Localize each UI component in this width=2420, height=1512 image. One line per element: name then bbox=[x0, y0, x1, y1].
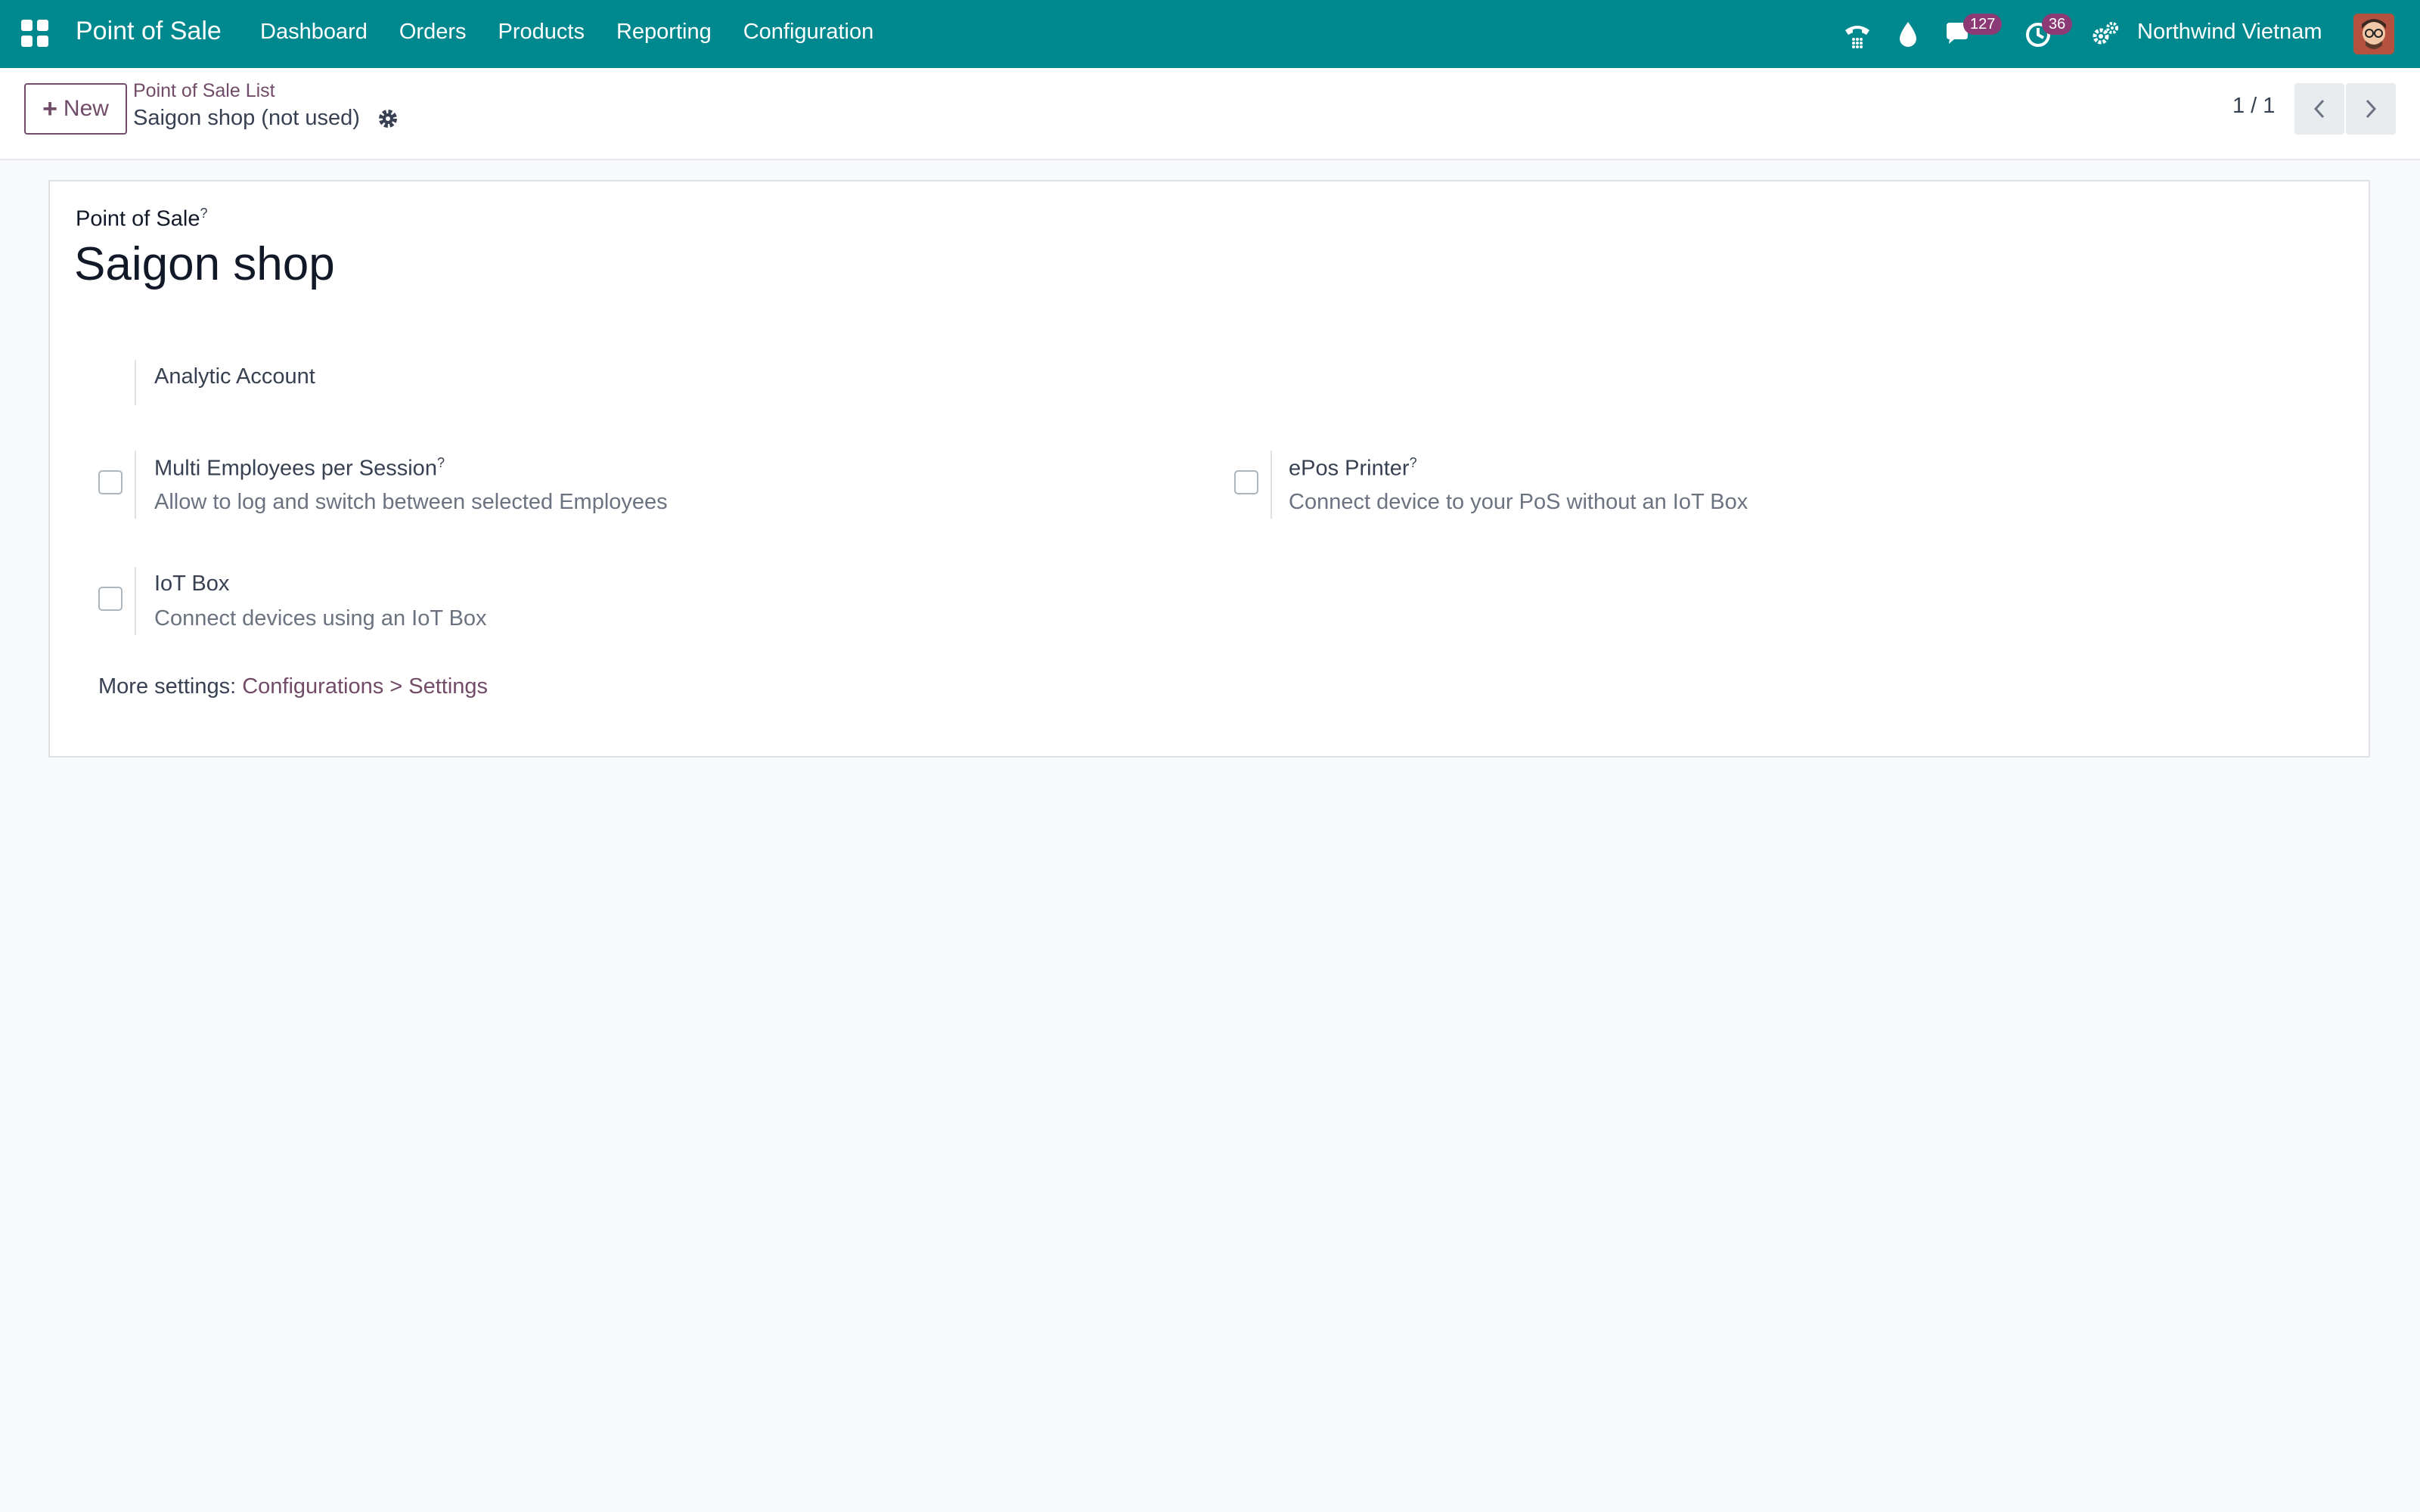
more-settings-label: More settings: bbox=[98, 674, 237, 699]
chevron-left-icon bbox=[2313, 99, 2325, 119]
iot-box-checkbox[interactable] bbox=[98, 587, 123, 611]
user-avatar[interactable] bbox=[2353, 14, 2394, 54]
multi-employees-checkbox[interactable] bbox=[98, 470, 123, 494]
top-navbar: Point of Sale Dashboard Orders Products … bbox=[0, 0, 2420, 68]
multi-employees-title: Multi Employees per Session? bbox=[154, 455, 445, 481]
chevron-right-icon bbox=[2366, 99, 2377, 119]
app-brand[interactable]: Point of Sale bbox=[76, 17, 222, 46]
analytic-account-label: Analytic Account bbox=[154, 364, 315, 389]
setting-divider bbox=[135, 451, 136, 519]
setting-divider bbox=[135, 567, 136, 635]
activities-badge: 36 bbox=[2042, 14, 2073, 35]
company-switcher[interactable]: Northwind Vietnam bbox=[2137, 20, 2322, 45]
menu-dashboard[interactable]: Dashboard bbox=[260, 20, 368, 45]
help-tooltip-icon[interactable]: ? bbox=[1410, 455, 1417, 470]
breadcrumb-pos-list[interactable]: Point of Sale List bbox=[133, 80, 275, 102]
pager-previous-button[interactable] bbox=[2294, 83, 2344, 135]
plus-icon: + bbox=[42, 94, 57, 123]
pos-name-field[interactable]: Saigon shop bbox=[74, 237, 335, 291]
more-settings: More settings: Configurations > Settings bbox=[98, 674, 488, 699]
gear-icon[interactable] bbox=[377, 107, 399, 130]
droplet-icon[interactable] bbox=[1897, 20, 1925, 48]
form-sheet: Point of Sale? Saigon shop Analytic Acco… bbox=[48, 180, 2370, 758]
settings-users-icon[interactable] bbox=[2090, 20, 2119, 48]
new-button[interactable]: + New bbox=[24, 83, 127, 135]
menu-orders[interactable]: Orders bbox=[399, 20, 467, 45]
multi-employees-description: Allow to log and switch between selected… bbox=[154, 490, 668, 514]
menu-products[interactable]: Products bbox=[498, 20, 585, 45]
help-tooltip-icon[interactable]: ? bbox=[200, 206, 207, 221]
more-settings-link[interactable]: Configurations > Settings bbox=[242, 674, 488, 699]
pager-value[interactable]: 1 / 1 bbox=[2232, 94, 2275, 119]
apps-grid-icon[interactable] bbox=[21, 20, 48, 47]
new-button-label: New bbox=[63, 96, 109, 121]
iot-box-description: Connect devices using an IoT Box bbox=[154, 606, 487, 631]
pos-name-label: Point of Sale? bbox=[76, 206, 208, 231]
phone-icon[interactable] bbox=[1842, 20, 1871, 48]
epos-printer-checkbox[interactable] bbox=[1234, 470, 1258, 494]
menu-reporting[interactable]: Reporting bbox=[616, 20, 712, 45]
iot-box-title: IoT Box bbox=[154, 572, 230, 596]
help-tooltip-icon[interactable]: ? bbox=[437, 455, 445, 470]
epos-printer-title: ePos Printer? bbox=[1289, 455, 1417, 481]
pager-next-button[interactable] bbox=[2346, 83, 2396, 135]
epos-printer-description: Connect device to your PoS without an Io… bbox=[1289, 490, 1748, 514]
main-menu: Dashboard Orders Products Reporting Conf… bbox=[260, 20, 905, 45]
breadcrumb-current-record: Saigon shop (not used) bbox=[133, 106, 360, 130]
setting-divider bbox=[135, 360, 136, 405]
messages-badge: 127 bbox=[1963, 14, 2003, 35]
menu-configuration[interactable]: Configuration bbox=[743, 20, 874, 45]
setting-divider bbox=[1270, 451, 1272, 519]
control-panel: + New Point of Sale List Saigon shop (no… bbox=[0, 68, 2420, 160]
